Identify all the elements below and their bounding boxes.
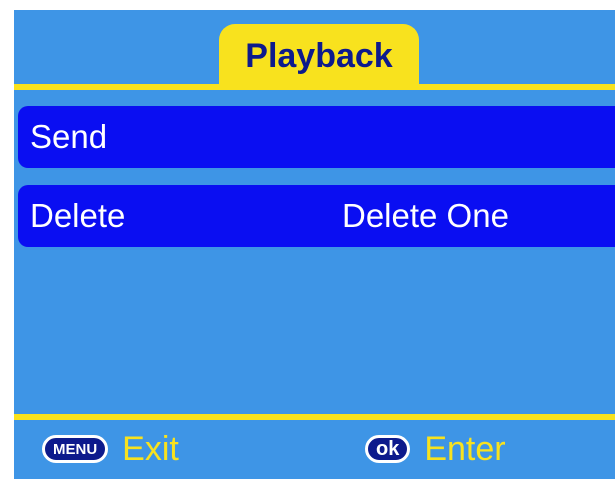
tab-title: Playback [245, 36, 393, 75]
footer-divider [14, 414, 615, 420]
playback-screen: Playback Send Delete Delete One MENU Exi… [14, 10, 615, 479]
exit-label: Exit [122, 429, 179, 468]
enter-hint[interactable]: ok Enter [365, 429, 506, 469]
menu-key-icon: MENU [42, 435, 109, 463]
tab-playback[interactable]: Playback [219, 24, 419, 88]
enter-label: Enter [424, 429, 506, 468]
menu-item-label: Delete [30, 197, 126, 234]
menu-item-send[interactable]: Send [18, 106, 615, 168]
menu-item-value: Delete One [342, 197, 509, 234]
exit-hint[interactable]: MENU Exit [42, 429, 179, 469]
menu-item-delete[interactable]: Delete Delete One [18, 185, 615, 247]
ok-key-icon: ok [365, 435, 411, 463]
header-divider [14, 84, 615, 90]
menu-item-label: Send [30, 118, 108, 155]
